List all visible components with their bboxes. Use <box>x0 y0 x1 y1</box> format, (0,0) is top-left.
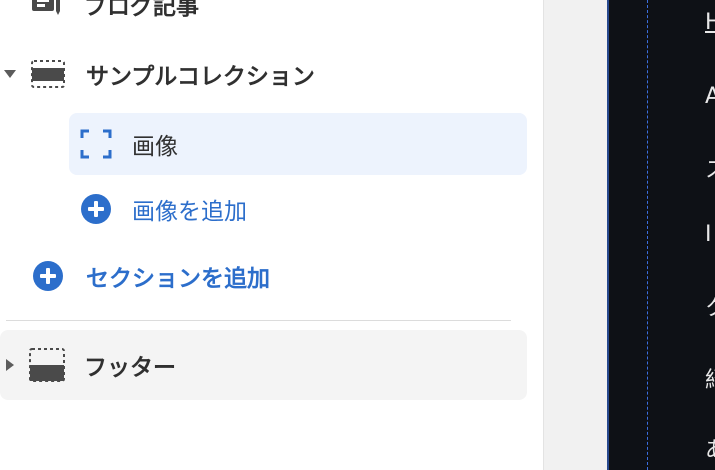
add-image-label: 画像を追加 <box>132 199 247 225</box>
sidebar-item-label: サンプルコレクション <box>86 64 315 90</box>
add-section-label: セクションを追加 <box>86 266 270 292</box>
sidebar-item-label: 画像 <box>132 134 178 160</box>
sidebar-item-image-block[interactable]: 画像 <box>69 113 527 175</box>
footer-icon <box>28 347 66 383</box>
image-block-icon <box>80 129 112 159</box>
chevron-down-icon[interactable] <box>4 70 16 78</box>
sidebar-item-label: フッター <box>84 355 176 381</box>
preview-text: ス <box>705 152 715 184</box>
add-circle-icon <box>80 193 112 225</box>
chevron-right-icon[interactable] <box>6 359 14 371</box>
preview-edge <box>607 0 609 470</box>
add-circle-icon <box>32 260 64 292</box>
add-image-button[interactable]: 画像を追加 <box>80 190 247 228</box>
preview-text: A <box>705 84 715 109</box>
section-divider <box>6 320 511 321</box>
store-preview[interactable]: H A ス I ク 紹 あ <box>607 0 715 470</box>
panel-gutter <box>543 0 607 470</box>
preview-text: 紹 <box>705 362 715 394</box>
sidebar-item-footer[interactable]: フッター <box>0 330 527 400</box>
sidebar-item-blog-post[interactable]: ブログ記事 <box>30 0 199 24</box>
preview-guide-line <box>647 0 648 470</box>
sidebar-item-label: ブログ記事 <box>84 0 199 20</box>
preview-text: ク <box>705 290 715 322</box>
add-section-button[interactable]: セクションを追加 <box>32 257 270 295</box>
preview-text: H <box>705 10 715 35</box>
sidebar-item-sample-collection[interactable]: サンプルコレクション <box>0 52 527 96</box>
blog-post-icon <box>30 0 60 17</box>
preview-text: I <box>705 222 712 247</box>
section-icon <box>30 59 66 89</box>
theme-editor-sidebar: ブログ記事 サンプルコレクション 画像 画像を追加 セクションを追加 フッター <box>0 0 543 470</box>
preview-text: あ <box>705 432 715 464</box>
